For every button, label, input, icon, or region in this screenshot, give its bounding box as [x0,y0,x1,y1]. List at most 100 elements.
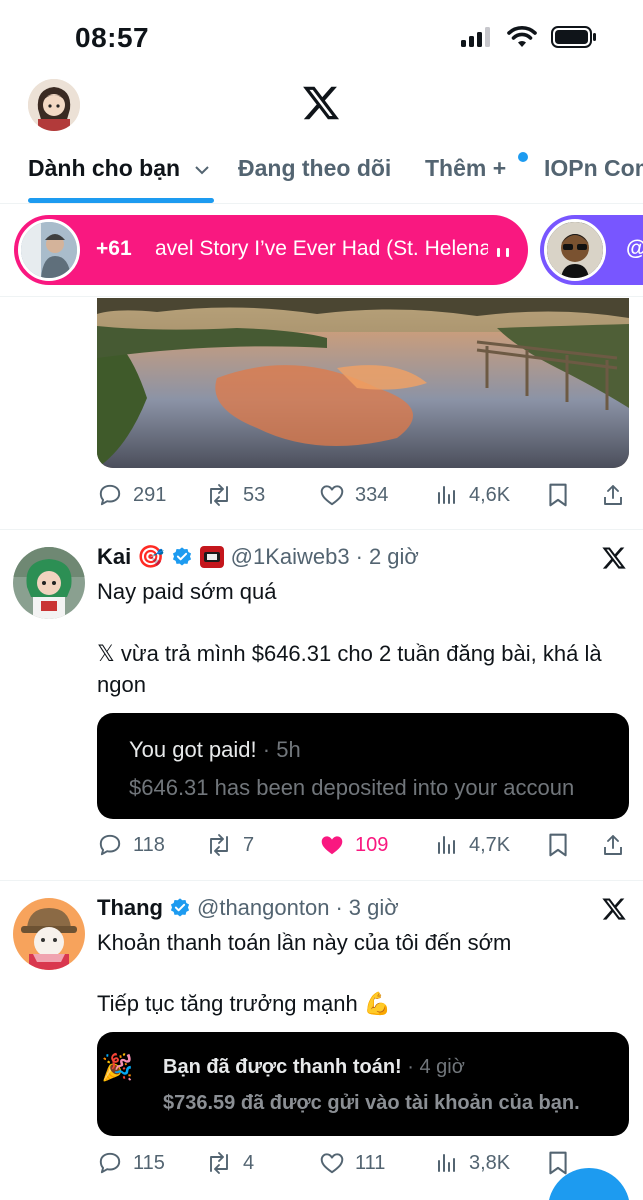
views-icon [438,1154,455,1172]
bookmark-button[interactable] [547,482,569,508]
card-title-row: You got paid! · 5h [129,737,301,763]
card-body: $646.31 has been deposited into your acc… [129,775,575,800]
space-host-avatar [18,219,80,281]
card-title: Bạn đã được thanh toán! [163,1056,402,1078]
repost-icon [210,1152,228,1174]
bookmark-icon [549,833,567,857]
bookmark-button[interactable] [547,1150,569,1176]
reply-button[interactable]: 115 [97,1150,165,1176]
affiliate-badge-icon [199,546,224,568]
x-logo-icon[interactable] [301,83,341,123]
audio-bars-icon [497,248,509,257]
reply-button[interactable]: 118 [97,832,165,858]
like-count: 109 [355,833,389,856]
tweet-divider [0,529,643,530]
tweet-divider [0,880,643,881]
active-tab-indicator [28,198,214,203]
status-bar: 08:57 [0,0,643,75]
tweet-media-card[interactable]: You got paid! · 5h $646.31 has been depo… [97,713,629,819]
tab-more[interactable]: Thêm + [425,155,506,182]
views-count: 4,6K [469,483,511,506]
tweet-photo[interactable] [97,298,629,468]
share-button[interactable] [601,832,625,858]
like-button[interactable]: 334 [319,482,388,508]
reply-icon [99,1152,121,1174]
verified-badge-icon [170,898,190,917]
tab-for-you[interactable]: Dành cho bạn [28,155,210,182]
top-bar [0,75,643,135]
views-button[interactable]: 3,8K [435,1150,510,1176]
tweet-header: Thang @thangonton · 3 giờ [97,895,399,921]
reply-icon [99,834,121,856]
space-listener-count: +61 [96,237,132,260]
tweet-2-actions: 115 4 111 3,8K [97,1150,629,1180]
wifi-icon [507,26,537,47]
dot-separator: · [407,1056,420,1078]
author-name[interactable]: Kai [97,544,131,570]
repost-button[interactable]: 53 [205,482,265,508]
tab-for-you-label: Dành cho bạn [28,155,181,181]
repost-count: 7 [243,833,255,856]
chevron-down-icon [195,166,210,175]
space-2-title: @ [626,237,643,261]
status-icons [461,26,597,48]
profile-avatar[interactable] [28,79,80,131]
x-grok-icon[interactable] [601,896,627,922]
bookmark-button[interactable] [547,832,569,858]
reply-count: 291 [133,483,167,506]
tweet-text-line-2: 𝕏 vừa trả mình $646.31 cho 2 tuần đăng b… [97,641,602,697]
space-title: avel Story I’ve Ever Had (St. Helena [155,237,488,260]
new-content-dot [518,152,528,162]
tweet-time[interactable]: 2 giờ [369,544,419,570]
tab-following[interactable]: Đang theo dõi [238,155,391,182]
reply-count: 115 [133,1151,165,1174]
signal-icon [461,27,490,47]
share-icon [604,835,622,855]
reply-button[interactable]: 291 [97,482,166,508]
author-name[interactable]: Thang [97,895,163,921]
author-name-emoji: 🎯 [137,544,165,569]
repost-button[interactable]: 4 [205,1150,254,1176]
space-pill-next[interactable]: @ [540,215,643,285]
like-button[interactable]: 111 [319,1150,385,1176]
tweet-time[interactable]: 3 giờ [349,895,399,921]
tweet-1-actions: 118 7 109 4,7K [97,832,629,862]
author-handle[interactable]: @thangonton [197,895,329,921]
repost-icon [210,484,228,506]
repost-icon [210,834,228,856]
verified-badge-icon [172,547,191,566]
tweet-author-avatar[interactable] [13,898,85,970]
heart-filled-icon [321,836,343,855]
like-button[interactable]: 109 [319,832,388,858]
views-button[interactable]: 4,7K [435,832,510,858]
repost-button[interactable]: 7 [205,832,254,858]
heart-icon [320,1153,344,1174]
battery-icon [551,26,596,48]
views-count: 3,8K [469,1151,511,1174]
views-icon [438,486,455,504]
share-icon [604,485,622,505]
timeline-tabs: Dành cho bạn Đang theo dõi Thêm + IOPn C… [0,140,643,204]
views-count: 4,7K [469,833,511,856]
x-grok-icon[interactable] [601,545,627,571]
dot-separator: · [355,544,363,569]
tweet-text-line-1: Nay paid sớm quá [97,579,277,604]
card-time: 5h [276,737,301,762]
tweet-author-avatar[interactable] [13,547,85,619]
tweet-text-line-2: Tiếp tục tăng trưởng mạnh 💪 [97,991,392,1016]
views-button[interactable]: 4,6K [435,482,510,508]
space-host-avatar-2 [544,219,606,281]
reply-count: 118 [133,833,165,856]
author-handle[interactable]: @1Kaiweb3 [231,544,350,570]
tab-iopn-community[interactable]: IOPn Com [544,155,643,182]
card-title: You got paid! [129,737,257,762]
reply-icon [99,484,121,506]
tweet-text-line-1: Khoản thanh toán lần này của tôi đến sớm [97,930,512,955]
tweet-media-card[interactable]: 🎉 Bạn đã được thanh toán! · 4 giờ $736.5… [97,1032,629,1136]
bookmark-icon [549,483,567,507]
spaces-row: +61 avel Story I’ve Ever Had (St. Helena… [0,205,643,297]
share-button[interactable] [601,482,625,508]
dot-separator: · [335,895,343,920]
live-space-pill[interactable]: +61 avel Story I’ve Ever Had (St. Helena [14,215,528,285]
party-popper-icon: 🎉 [101,1052,134,1082]
